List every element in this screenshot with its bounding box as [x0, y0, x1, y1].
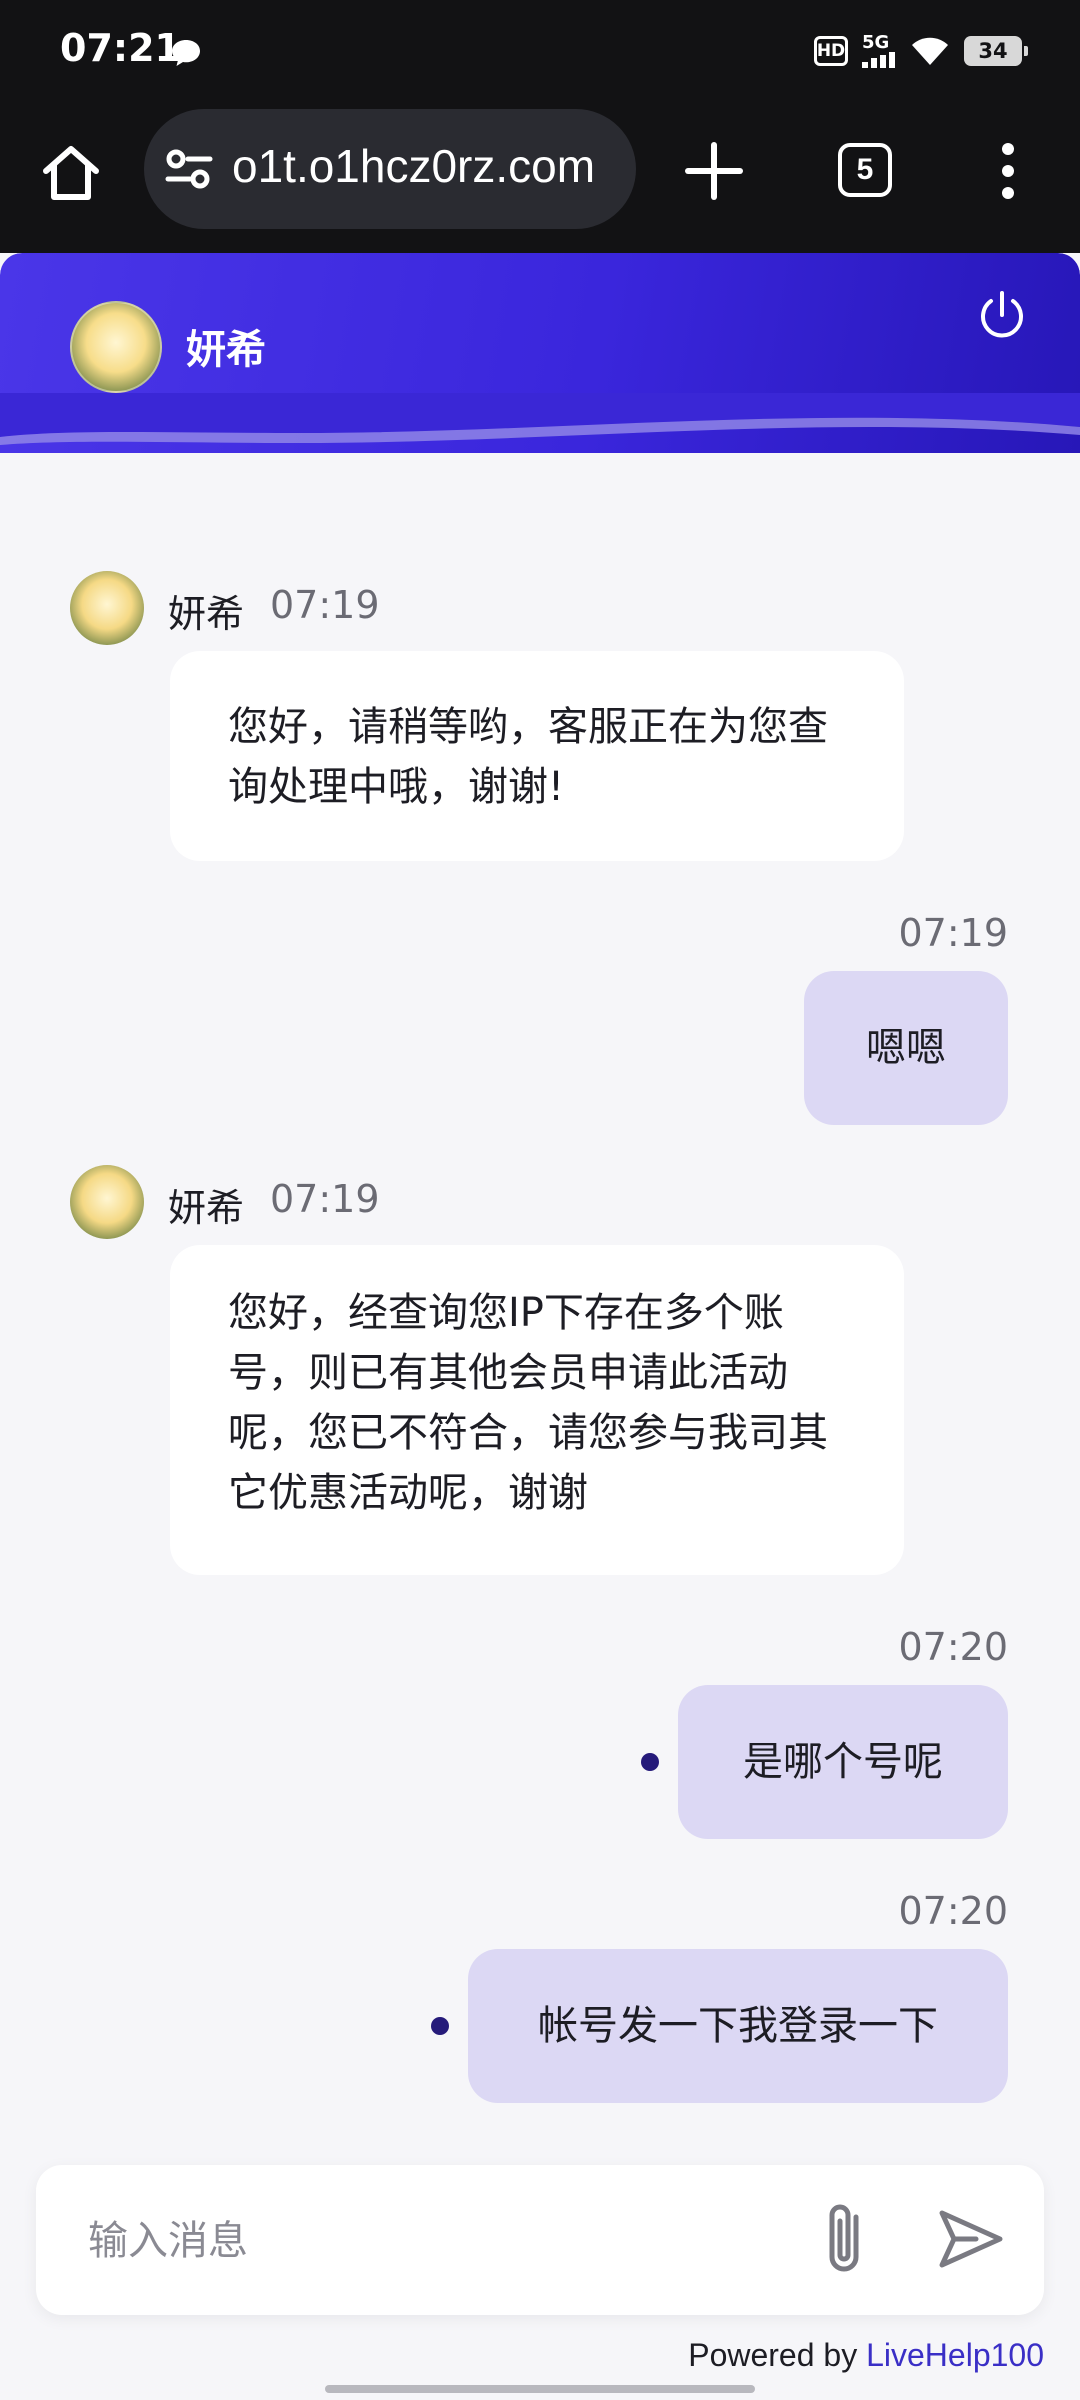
url-text[interactable]: o1t.o1hcz0rz.com	[232, 139, 616, 193]
avatar	[70, 301, 162, 393]
powered-by: Powered by LiveHelp100	[688, 2337, 1044, 2374]
message-time: 07:20	[898, 1889, 1008, 1933]
message-bubble-incoming: 您好，经查询您IP下存在多个账号，则已有其他会员申请此活动呢，您已不符合，请您参…	[170, 1245, 904, 1575]
more-vert-icon[interactable]	[986, 141, 1030, 201]
header-wave	[0, 393, 1080, 445]
address-bar[interactable]: o1t.o1hcz0rz.com	[144, 109, 636, 229]
message-sender: 妍希	[168, 592, 245, 636]
message-sender: 妍希	[168, 1186, 245, 1230]
status-indicators: HD 5G 34	[814, 34, 1028, 68]
avatar	[70, 571, 144, 645]
status-time: 07:21	[60, 26, 181, 70]
message-bubble-outgoing: 帐号发一下我登录一下	[468, 1949, 1008, 2103]
message-time: 07:19	[270, 1177, 380, 1221]
message-time: 07:19	[898, 911, 1008, 955]
agent-name: 妍希	[186, 327, 266, 373]
message-text: 您好，请稍等哟，客服正在为您查询处理中哦，谢谢!	[228, 704, 828, 810]
chat-bubble-icon	[172, 40, 200, 66]
read-indicator	[431, 2017, 449, 2035]
signal-icon: 5G	[862, 34, 896, 68]
plus-icon[interactable]	[676, 133, 752, 209]
avatar	[70, 1165, 144, 1239]
site-settings-icon[interactable]	[164, 147, 214, 191]
send-icon[interactable]	[936, 2205, 1006, 2275]
message-text: 嗯嗯	[866, 1025, 946, 1071]
status-bar: 07:21 HD 5G 34	[0, 0, 1080, 105]
message-time: 07:20	[898, 1625, 1008, 1669]
message-text: 您好，经查询您IP下存在多个账号，则已有其他会员申请此活动呢，您已不符合，请您参…	[228, 1290, 828, 1516]
message-time: 07:19	[270, 583, 380, 627]
chat-panel: 妍希 kkjj78900 妍希 07:19 您好，请稍等哟，客服正在为您查询处理…	[0, 253, 1080, 2400]
battery-indicator: 34	[964, 36, 1028, 66]
message-list: kkjj78900 妍希 07:19 您好，请稍等哟，客服正在为您查询处理中哦，…	[0, 253, 1080, 2153]
network-type-label: 5G	[862, 32, 890, 53]
livehelp-link[interactable]: LiveHelp100	[866, 2337, 1044, 2373]
message-text: 是哪个号呢	[743, 1739, 943, 1785]
browser-toolbar: o1t.o1hcz0rz.com 5	[0, 105, 1080, 253]
message-bubble-outgoing: 嗯嗯	[804, 971, 1008, 1125]
tab-switcher-button[interactable]: 5	[838, 143, 892, 197]
message-text: 帐号发一下我登录一下	[538, 2003, 938, 2049]
paperclip-icon[interactable]	[816, 2199, 880, 2281]
powered-by-prefix: Powered by	[688, 2337, 867, 2373]
read-indicator	[641, 1753, 659, 1771]
message-input[interactable]	[88, 2209, 788, 2273]
power-icon[interactable]	[974, 287, 1030, 343]
gesture-bar	[325, 2385, 755, 2393]
message-composer	[36, 2165, 1044, 2315]
home-icon[interactable]	[36, 137, 106, 207]
message-bubble-incoming: 您好，请稍等哟，客服正在为您查询处理中哦，谢谢!	[170, 651, 904, 861]
message-bubble-outgoing: 是哪个号呢	[678, 1685, 1008, 1839]
wifi-icon	[912, 37, 948, 65]
hd-badge: HD	[814, 36, 848, 66]
